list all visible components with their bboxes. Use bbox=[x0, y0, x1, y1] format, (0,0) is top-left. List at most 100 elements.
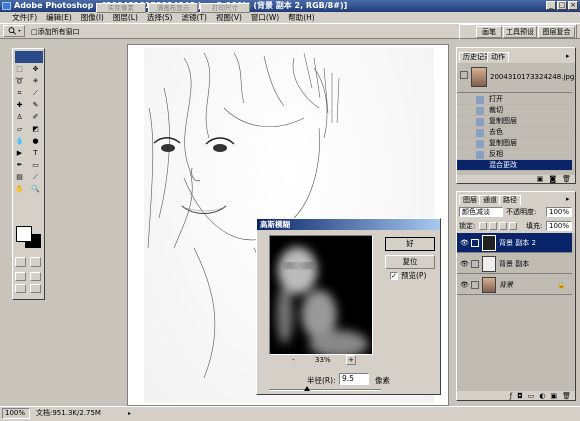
radius-slider-track[interactable] bbox=[269, 389, 381, 391]
pen-tool-icon[interactable]: ✒ bbox=[14, 160, 25, 170]
move-tool-icon[interactable]: ✥ bbox=[30, 64, 41, 74]
menu-edit[interactable]: 编辑(E) bbox=[46, 12, 72, 23]
minimize-button[interactable]: _ bbox=[546, 1, 556, 10]
zoom-out-button[interactable]: - bbox=[292, 356, 295, 364]
history-item-invert[interactable]: 反相 bbox=[457, 149, 572, 160]
eye-icon[interactable]: 👁 bbox=[460, 260, 469, 268]
adobe-online-icon[interactable] bbox=[15, 51, 43, 63]
tab-channels[interactable]: 通道 bbox=[479, 195, 501, 205]
notes-tool-icon[interactable]: ▤ bbox=[14, 172, 25, 182]
print-size-button[interactable]: 打印尺寸 bbox=[200, 3, 250, 13]
link-box-icon[interactable] bbox=[471, 260, 479, 268]
blend-mode-select[interactable]: 颜色减淡 bbox=[459, 207, 503, 217]
trash-icon[interactable]: 🗑 bbox=[562, 392, 571, 401]
standard-mode-icon[interactable] bbox=[15, 257, 26, 267]
menu-window[interactable]: 窗口(W) bbox=[251, 12, 279, 23]
tab-actions[interactable]: 动作 bbox=[487, 52, 509, 62]
dodge-tool-icon[interactable]: ● bbox=[30, 136, 41, 146]
lock-pixels-icon[interactable] bbox=[489, 222, 497, 230]
tab-layers[interactable]: 图层 bbox=[459, 195, 481, 205]
healing-brush-icon[interactable]: ✚ bbox=[14, 100, 25, 110]
history-brush-icon[interactable]: ✐ bbox=[30, 112, 41, 122]
layers-menu-icon[interactable]: ▸ bbox=[566, 195, 574, 204]
history-item-blend-change[interactable]: 混合更改 bbox=[457, 160, 572, 171]
slice-tool-icon[interactable]: ⟋ bbox=[30, 88, 41, 98]
fullscreen-menu-icon[interactable] bbox=[30, 272, 41, 281]
tool-preset-picker[interactable] bbox=[3, 25, 25, 37]
well-tab-tool-presets[interactable]: 工具预设 bbox=[503, 26, 537, 38]
fullscreen-icon[interactable] bbox=[15, 284, 26, 293]
new-layer-icon[interactable]: ▣ bbox=[550, 392, 557, 401]
new-document-icon[interactable]: ▣ bbox=[537, 175, 544, 183]
opacity-input[interactable]: 100% bbox=[546, 207, 572, 217]
layer-row-background-copy[interactable]: 👁 背景 副本 bbox=[457, 254, 572, 274]
resize-windows-checkbox[interactable]: □添加所有窗口 bbox=[31, 27, 80, 37]
menu-image[interactable]: 图像(I) bbox=[81, 12, 104, 23]
eyedropper-icon[interactable]: ⟋ bbox=[30, 172, 41, 182]
magic-wand-icon[interactable]: ✳ bbox=[30, 76, 41, 86]
well-tab-brushes[interactable]: 画笔 bbox=[476, 26, 502, 38]
marquee-tool-icon[interactable]: ⬚ bbox=[14, 64, 25, 74]
path-selection-icon[interactable]: ▶ bbox=[14, 148, 25, 158]
history-item-open[interactable]: 打开 bbox=[457, 94, 572, 105]
menu-filter[interactable]: 滤镜(T) bbox=[182, 12, 207, 23]
menu-layer[interactable]: 图层(L) bbox=[113, 12, 138, 23]
reset-button[interactable]: 复位 bbox=[385, 255, 435, 269]
gradient-tool-icon[interactable]: ◩ bbox=[30, 124, 41, 134]
ok-button[interactable]: 好 bbox=[385, 237, 435, 251]
fit-screen-button[interactable]: 满画布显示 bbox=[148, 3, 198, 13]
menu-file[interactable]: 文件(F) bbox=[12, 12, 37, 23]
dialog-title-bar[interactable]: 高斯模糊 bbox=[257, 219, 440, 230]
jump-to-imageready-icon[interactable] bbox=[30, 284, 41, 293]
history-item-crop[interactable]: 裁切 bbox=[457, 105, 572, 116]
history-snapshot[interactable]: 2004310173324248.jpg bbox=[457, 63, 574, 93]
zoom-in-button[interactable]: + bbox=[346, 355, 356, 365]
link-box-icon[interactable] bbox=[471, 239, 479, 247]
layer-row-background[interactable]: 👁 背景 🔒 bbox=[457, 275, 572, 295]
status-zoom[interactable]: 100% bbox=[2, 408, 30, 419]
eye-icon[interactable]: 👁 bbox=[460, 239, 469, 247]
photoshop-app-icon[interactable] bbox=[2, 2, 11, 10]
well-tab-layer-comps[interactable]: 图层复合 bbox=[538, 26, 575, 38]
history-item-desaturate[interactable]: 去色 bbox=[457, 127, 572, 138]
adjustment-layer-icon[interactable]: ◐ bbox=[539, 392, 545, 401]
standard-screen-icon[interactable] bbox=[15, 272, 26, 281]
crop-tool-icon[interactable]: ⌗ bbox=[14, 88, 25, 98]
lasso-tool-icon[interactable]: ➰ bbox=[14, 76, 25, 86]
zoom-tool-icon[interactable]: 🔍 bbox=[30, 184, 41, 194]
history-menu-icon[interactable]: ▸ bbox=[566, 52, 574, 61]
lock-position-icon[interactable] bbox=[499, 222, 507, 230]
type-tool-icon[interactable]: T bbox=[30, 148, 41, 158]
radius-slider-thumb[interactable] bbox=[304, 386, 310, 391]
actual-pixels-button[interactable]: 实际像素 bbox=[96, 3, 146, 13]
menu-select[interactable]: 选择(S) bbox=[147, 12, 173, 23]
menu-view[interactable]: 视图(V) bbox=[216, 12, 242, 23]
preview-checkbox[interactable]: ✓ bbox=[390, 272, 398, 280]
radius-input[interactable]: 9.5 bbox=[339, 373, 369, 385]
history-item-duplicate-layer[interactable]: 复制图层 bbox=[457, 116, 572, 127]
fill-input[interactable]: 100% bbox=[546, 221, 572, 231]
status-menu-arrow-icon[interactable]: ▸ bbox=[128, 410, 134, 417]
brush-tool-icon[interactable]: ✎ bbox=[30, 100, 41, 110]
layer-row-background-copy-2[interactable]: 👁 背景 副本 2 bbox=[457, 233, 572, 253]
lock-transparency-icon[interactable] bbox=[479, 222, 487, 230]
menu-help[interactable]: 帮助(H) bbox=[288, 12, 315, 23]
clone-stamp-icon[interactable]: ♙ bbox=[14, 112, 25, 122]
lock-all-icon[interactable] bbox=[509, 222, 517, 230]
eye-icon[interactable]: 👁 bbox=[460, 281, 469, 289]
hand-tool-icon[interactable]: ✋ bbox=[14, 184, 25, 194]
trash-icon[interactable]: 🗑 bbox=[562, 175, 571, 183]
quick-mask-icon[interactable] bbox=[30, 257, 41, 267]
layer-style-icon[interactable]: ƒ bbox=[510, 392, 512, 401]
layer-set-icon[interactable]: ▭ bbox=[528, 392, 535, 401]
blur-tool-icon[interactable]: 💧 bbox=[14, 136, 25, 146]
maximize-button[interactable]: □ bbox=[557, 1, 567, 10]
blur-preview[interactable] bbox=[269, 235, 373, 355]
layer-mask-icon[interactable]: ◘ bbox=[517, 392, 523, 401]
snapshot-source-checkbox[interactable] bbox=[460, 71, 468, 79]
close-button[interactable]: × bbox=[568, 1, 578, 10]
link-box-icon[interactable] bbox=[471, 281, 479, 289]
eraser-tool-icon[interactable]: ▱ bbox=[14, 124, 25, 134]
tab-paths[interactable]: 路径 bbox=[499, 195, 521, 205]
shape-tool-icon[interactable]: ▭ bbox=[30, 160, 41, 170]
